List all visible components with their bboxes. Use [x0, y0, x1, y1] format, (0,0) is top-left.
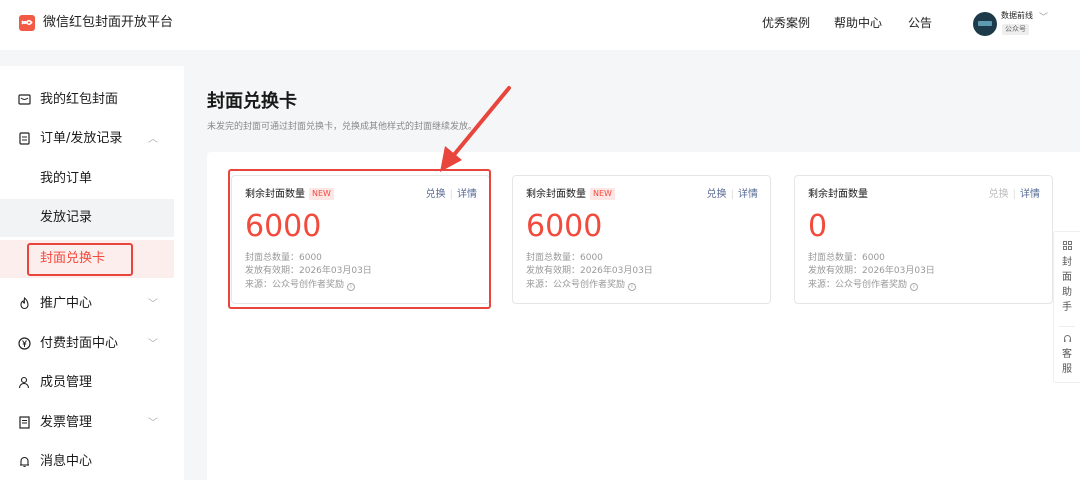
sidebar-item-paid-covers[interactable]: 付费封面中心 ﹀: [0, 325, 174, 363]
sidebar-item-label: 付费封面中心: [40, 336, 119, 351]
service-char[interactable]: 服: [1054, 363, 1080, 377]
service-char[interactable]: 客: [1054, 348, 1080, 362]
invoice-icon: [17, 416, 31, 430]
top-bar: 微信红包封面开放平台 优秀案例 帮助中心 公告 数据前线 ﹀ 公众号: [0, 0, 1080, 50]
account-type-badge: 公众号: [1002, 24, 1029, 35]
annotation-highlight-box: [27, 243, 133, 276]
expiry-date: 发放有效期：2026年03月03日: [808, 266, 935, 276]
exchange-link-disabled: 兑换: [988, 189, 1009, 200]
card-label: 剩余封面数量: [526, 189, 586, 200]
total-count: 封面总数量：6000: [808, 253, 885, 263]
info-icon[interactable]: i: [628, 283, 637, 291]
sidebar-item-messages[interactable]: 消息中心: [0, 443, 174, 480]
sidebar-item-members[interactable]: 成员管理: [0, 364, 174, 402]
sidebar-item-label: 我的红包封面: [40, 92, 119, 107]
exchange-card: 剩余封面数量 NEW 兑换 | 详情 6000 封面总数量：6000 发放有效期：2…: [512, 175, 771, 304]
details-link[interactable]: 详情: [1020, 189, 1040, 200]
expiry-date: 发放有效期：2026年03月03日: [526, 266, 653, 276]
members-icon: [17, 376, 31, 390]
cover-helper-char[interactable]: 手: [1054, 301, 1080, 315]
chevron-down-icon[interactable]: ﹀: [148, 295, 158, 310]
remaining-count: 6000: [526, 209, 603, 244]
envelope-icon: [17, 93, 31, 107]
sidebar-item-promotion[interactable]: 推广中心 ﹀: [0, 285, 174, 323]
nav-cases[interactable]: 优秀案例: [762, 16, 810, 30]
sidebar-item-label: 发放记录: [40, 210, 93, 225]
wechat-redpacket-logo-icon: [19, 15, 35, 31]
nav-announcements[interactable]: 公告: [908, 16, 932, 30]
sidebar-item-orders[interactable]: 订单/发放记录 ︿: [0, 120, 174, 158]
account-avatar[interactable]: [973, 12, 997, 36]
sidebar-item-invoices[interactable]: 发票管理 ﹀: [0, 404, 174, 442]
details-link[interactable]: 详情: [738, 189, 758, 200]
exchange-card: 剩余封面数量 兑换 | 详情 0 封面总数量：6000 发放有效期：2026年03月…: [794, 175, 1053, 304]
account-name[interactable]: 数据前线: [1001, 11, 1033, 21]
source: 来源：公众号创作者奖励 i: [808, 280, 919, 291]
source: 来源：公众号创作者奖励 i: [526, 280, 637, 291]
sidebar-item-label: 消息中心: [40, 454, 93, 469]
chevron-down-icon[interactable]: ﹀: [148, 414, 158, 429]
sidebar-item-label: 订单/发放记录: [40, 131, 123, 146]
exchange-link[interactable]: 兑换: [707, 189, 727, 200]
sidebar-item-label: 成员管理: [40, 375, 93, 390]
chevron-down-icon[interactable]: ﹀: [1039, 10, 1048, 23]
card-actions: 兑换 | 详情: [988, 189, 1040, 200]
sidebar-item-label: 发票管理: [40, 415, 93, 430]
sidebar-item-my-orders[interactable]: 我的订单: [0, 160, 174, 198]
nav-help-center[interactable]: 帮助中心: [834, 16, 882, 30]
headset-icon[interactable]: [1054, 334, 1080, 346]
sidebar-item-label: 推广中心: [40, 296, 93, 311]
annotation-highlight-box: [228, 169, 491, 309]
total-count: 封面总数量：6000: [526, 253, 603, 263]
sidebar-item-label: 我的订单: [40, 171, 93, 186]
qr-grid-icon[interactable]: [1054, 241, 1080, 253]
remaining-count: 0: [808, 209, 828, 244]
yen-icon: [17, 337, 31, 351]
chevron-down-icon[interactable]: ﹀: [148, 335, 158, 350]
bell-icon: [17, 455, 31, 469]
cover-helper-char[interactable]: 助: [1054, 286, 1080, 300]
page-description: 未发完的封面可通过封面兑换卡，兑换成其他样式的封面继续发放。: [207, 122, 478, 132]
document-icon: [17, 132, 31, 146]
sidebar-item-my-covers[interactable]: 我的红包封面: [0, 81, 174, 119]
cover-helper-char[interactable]: 封: [1054, 256, 1080, 270]
cover-helper-char[interactable]: 面: [1054, 271, 1080, 285]
floating-helper-bar: 封 面 助 手 客 服: [1053, 231, 1080, 383]
divider: [1059, 326, 1075, 327]
promote-icon: [17, 297, 31, 311]
info-icon[interactable]: i: [910, 283, 919, 291]
new-badge: NEW: [590, 188, 615, 200]
card-actions: 兑换 | 详情: [706, 189, 758, 200]
card-label: 剩余封面数量: [808, 189, 868, 200]
platform-title[interactable]: 微信红包封面开放平台: [43, 15, 173, 31]
sidebar-item-issue-records[interactable]: 发放记录: [0, 199, 174, 237]
chevron-up-icon[interactable]: ︿: [148, 130, 158, 145]
page-title: 封面兑换卡: [207, 91, 297, 112]
